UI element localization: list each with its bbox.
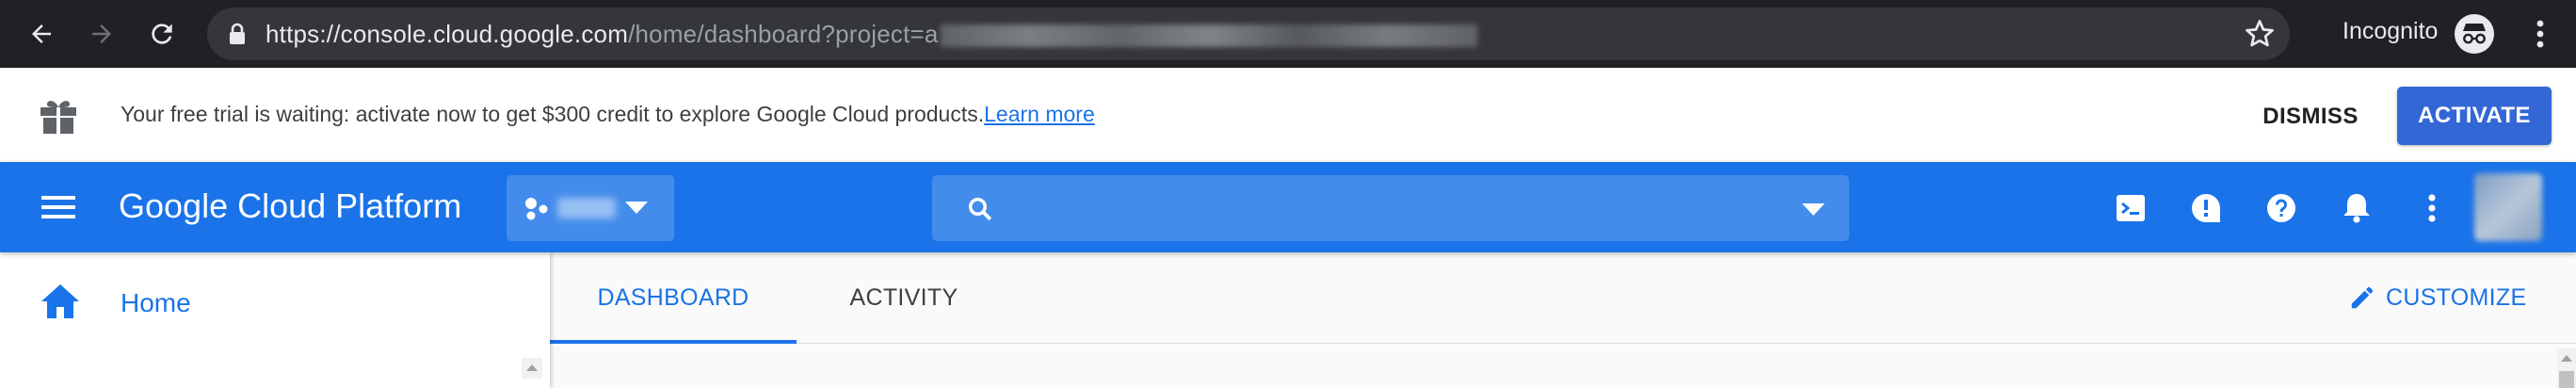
reload-icon — [152, 24, 172, 44]
address-bar[interactable]: https://console.cloud.google.com/home/da… — [207, 8, 2290, 60]
chrome-menu-icon[interactable] — [2521, 15, 2559, 53]
avatar[interactable] — [2474, 173, 2542, 241]
project-dots-icon — [525, 198, 548, 220]
incognito-label: Incognito — [2343, 18, 2439, 44]
back-button[interactable] — [21, 13, 62, 55]
product-title[interactable]: Google Cloud Platform — [119, 186, 461, 226]
search-icon — [969, 198, 992, 221]
forward-icon — [92, 24, 111, 43]
notifications-button[interactable] — [2335, 186, 2378, 230]
nav-item-home[interactable]: Home — [0, 271, 550, 335]
dismiss-button[interactable]: DISMISS — [2241, 90, 2380, 143]
tab-bar: DASHBOARD ACTIVITY CUSTOMIZE — [550, 252, 2576, 344]
pencil-icon — [2351, 286, 2374, 309]
lock-icon — [230, 23, 245, 44]
project-name-redacted — [557, 198, 616, 218]
more-vert-icon — [2428, 194, 2436, 222]
left-nav: Home — [0, 252, 550, 388]
home-icon — [41, 284, 79, 318]
url-host: https://console.cloud.google.com — [266, 20, 629, 48]
feedback-icon — [2192, 194, 2220, 222]
tab-activity[interactable]: ACTIVITY — [797, 252, 1011, 343]
search-bar[interactable] — [932, 175, 1849, 241]
forward-button[interactable] — [81, 13, 122, 55]
main-content: DASHBOARD ACTIVITY CUSTOMIZE — [550, 252, 2576, 388]
tab-dashboard[interactable]: DASHBOARD — [550, 252, 797, 344]
customize-label: CUSTOMIZE — [2386, 283, 2527, 311]
project-picker[interactable] — [507, 175, 674, 241]
gift-icon — [40, 101, 76, 134]
search-dropdown-icon[interactable] — [1802, 203, 1825, 217]
incognito-icon[interactable] — [2454, 13, 2495, 55]
back-icon — [32, 24, 51, 43]
browser-toolbar: https://console.cloud.google.com/home/da… — [0, 0, 2576, 68]
content-scroll-up-icon[interactable] — [2557, 348, 2576, 388]
gcp-header: Google Cloud Platform — [0, 162, 2576, 252]
nav-scroll-up-icon[interactable] — [522, 358, 542, 379]
learn-more-link[interactable]: Learn more — [984, 102, 1095, 126]
customize-button[interactable]: CUSTOMIZE — [2348, 275, 2526, 320]
chevron-down-icon — [625, 202, 648, 214]
free-trial-banner: Your free trial is waiting: activate now… — [0, 68, 2576, 163]
banner-message-row: Your free trial is waiting: activate now… — [121, 102, 1095, 127]
more-options-button[interactable] — [2410, 186, 2454, 230]
notifications-icon — [2343, 194, 2370, 223]
activate-button[interactable]: ACTIVATE — [2397, 87, 2552, 145]
help-button[interactable] — [2260, 186, 2303, 230]
feedback-button[interactable] — [2184, 186, 2228, 230]
star-icon[interactable] — [2243, 17, 2277, 51]
redacted-project-id — [940, 24, 1477, 48]
help-icon — [2267, 194, 2295, 222]
cloud-shell-button[interactable] — [2109, 186, 2152, 230]
reload-button[interactable] — [141, 13, 183, 55]
url-path: /home/dashboard?project=a — [628, 20, 939, 48]
banner-message: Your free trial is waiting: activate now… — [121, 102, 985, 126]
nav-item-home-label: Home — [121, 288, 191, 317]
search-input[interactable] — [1017, 188, 1755, 230]
menu-icon[interactable] — [38, 188, 79, 226]
url-text: https://console.cloud.google.com/home/da… — [266, 20, 1477, 49]
cloud-shell-icon — [2117, 195, 2145, 221]
